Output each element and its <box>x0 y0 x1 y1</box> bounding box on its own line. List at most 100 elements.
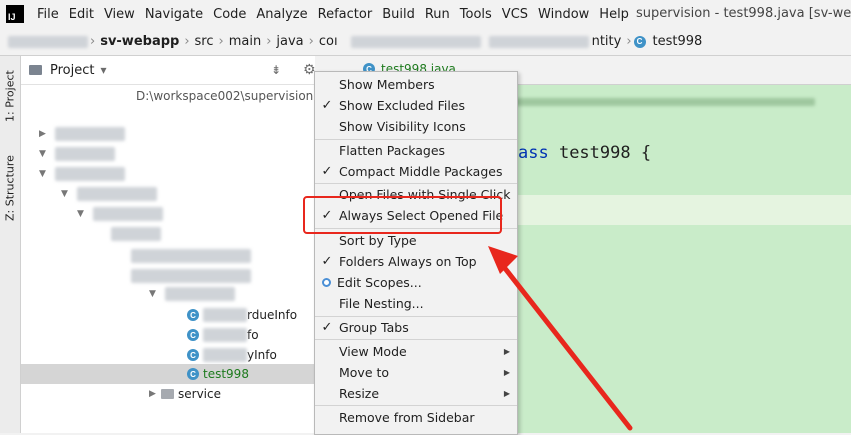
chevron-right-icon[interactable]: ▶ <box>149 389 161 399</box>
blurred-crumb <box>8 35 88 48</box>
tree-item-label: yInfo <box>247 348 277 362</box>
tree-row[interactable]: ▼ <box>21 164 315 184</box>
tree-row[interactable]: C fo <box>21 325 315 345</box>
breadcrumb-separator: › <box>218 34 224 49</box>
checkmark-icon: ✓ <box>321 98 333 113</box>
menu-item-label: Show Excluded Files <box>339 98 466 113</box>
menu-item-compact-middle-packages[interactable]: ✓ Compact Middle Packages <box>315 161 517 182</box>
menu-item-label: Edit Scopes... <box>337 275 422 290</box>
breadcrumb-src[interactable]: src <box>192 34 217 49</box>
tree-row-selected[interactable]: C test998 <box>21 364 315 384</box>
tree-row[interactable]: ▼ <box>21 184 315 204</box>
menu-item-label: Sort by Type <box>339 233 417 248</box>
breadcrumb-separator: › <box>90 34 96 49</box>
project-panel-header: Project ▾ ⇟ ⚙ <box>21 56 316 85</box>
menu-item-flatten-packages[interactable]: Flatten Packages <box>315 140 517 161</box>
blurred-tree-item <box>165 287 235 301</box>
chevron-down-icon[interactable]: ▼ <box>77 209 89 219</box>
tree-row[interactable]: ▼ <box>21 284 315 304</box>
blurred-crumb <box>350 35 481 48</box>
menu-bar: IJ File Edit View Navigate Code Analyze … <box>0 0 851 28</box>
breadcrumb-separator: › <box>184 34 190 49</box>
current-line-highlight <box>515 195 851 225</box>
class-icon: C <box>187 329 199 341</box>
blurred-tree-item <box>55 127 125 141</box>
tree-row[interactable]: C yInfo <box>21 345 315 365</box>
breadcrumb-project[interactable]: sv-webapp <box>97 34 182 49</box>
tree-row[interactable] <box>21 266 315 286</box>
menu-analyze[interactable]: Analyze <box>251 7 312 22</box>
blurred-code <box>515 95 851 106</box>
collapse-all-icon[interactable]: ⇟ <box>271 63 281 77</box>
breadcrumb-java[interactable]: java <box>273 34 306 49</box>
class-icon: C <box>187 349 199 361</box>
menu-help[interactable]: Help <box>594 7 634 22</box>
menu-refactor[interactable]: Refactor <box>313 7 378 22</box>
menu-edit[interactable]: Edit <box>64 7 99 22</box>
code-keyword: ass <box>518 143 549 163</box>
project-folder-icon <box>29 65 42 75</box>
menu-item-label: Compact Middle Packages <box>339 164 503 179</box>
menu-item-show-visibility-icons[interactable]: Show Visibility Icons <box>315 116 517 137</box>
menu-window[interactable]: Window <box>533 7 594 22</box>
tree-item-label: fo <box>247 328 259 342</box>
class-icon: C <box>187 309 199 321</box>
menu-vcs[interactable]: VCS <box>497 7 533 22</box>
tree-item-label: service <box>178 387 221 401</box>
blurred-tree-item <box>203 348 247 362</box>
breadcrumb-main[interactable]: main <box>226 34 264 49</box>
checkmark-icon: ✓ <box>321 164 333 179</box>
checkmark-icon: ✓ <box>321 320 333 335</box>
tree-item-label: test998 <box>203 367 249 381</box>
blurred-crumb <box>488 35 589 48</box>
menu-item-label: Move to <box>339 365 390 380</box>
menu-file[interactable]: File <box>32 7 64 22</box>
tree-row[interactable]: ▼ <box>21 204 315 224</box>
chevron-down-icon[interactable]: ▾ <box>100 63 106 77</box>
annotation-arrow <box>488 246 633 431</box>
blurred-tree-item <box>55 167 125 181</box>
breadcrumb-entity[interactable]: ntity <box>589 34 625 49</box>
menu-item-label: Resize <box>339 386 380 401</box>
menu-build[interactable]: Build <box>377 7 420 22</box>
menu-item-show-excluded-files[interactable]: ✓ Show Excluded Files <box>315 95 517 116</box>
folder-icon <box>161 389 174 399</box>
breadcrumb-file[interactable]: test998 <box>650 34 706 49</box>
tab-structure[interactable]: Z: Structure <box>0 148 20 228</box>
tree-row[interactable]: ▼ <box>21 144 315 164</box>
class-icon: C <box>633 35 646 48</box>
menu-run[interactable]: Run <box>420 7 455 22</box>
chevron-down-icon[interactable]: ▼ <box>149 289 161 299</box>
class-icon: C <box>187 368 199 380</box>
arrow-head <box>488 246 518 274</box>
tree-row[interactable]: C rdueInfo <box>21 305 315 325</box>
breadcrumb-separator: › <box>308 34 314 49</box>
tree-item-label: rdueInfo <box>247 308 298 322</box>
blurred-tree-item <box>77 187 157 201</box>
menu-item-show-members[interactable]: Show Members <box>315 74 517 95</box>
menu-view[interactable]: View <box>99 7 140 22</box>
annotation-highlight-box <box>303 196 502 234</box>
chevron-right-icon[interactable]: ▶ <box>39 129 51 139</box>
menu-tools[interactable]: Tools <box>455 7 497 22</box>
tree-row[interactable] <box>21 246 315 266</box>
project-title[interactable]: Project <box>50 63 94 78</box>
project-path: D:\workspace002\supervision <box>136 89 314 103</box>
breadcrumb-co[interactable]: coı <box>316 34 341 49</box>
menu-navigate[interactable]: Navigate <box>140 7 208 22</box>
blurred-tree-item <box>93 207 163 221</box>
tree-row[interactable] <box>21 224 315 244</box>
chevron-down-icon[interactable]: ▼ <box>39 169 51 179</box>
chevron-down-icon[interactable]: ▼ <box>61 189 73 199</box>
chevron-down-icon[interactable]: ▼ <box>39 149 51 159</box>
menu-item-label: Show Visibility Icons <box>339 119 466 134</box>
blurred-tree-item <box>55 147 115 161</box>
tree-row[interactable]: ▶ <box>21 124 315 144</box>
blurred-tree-item <box>203 328 247 342</box>
tab-project[interactable]: 1: Project <box>0 64 20 128</box>
menu-code[interactable]: Code <box>208 7 251 22</box>
blurred-code-line <box>515 98 815 106</box>
tree-row[interactable]: ▶ service <box>21 384 315 404</box>
breadcrumb-separator: › <box>266 34 272 49</box>
breadcrumb-separator: › <box>626 34 632 49</box>
